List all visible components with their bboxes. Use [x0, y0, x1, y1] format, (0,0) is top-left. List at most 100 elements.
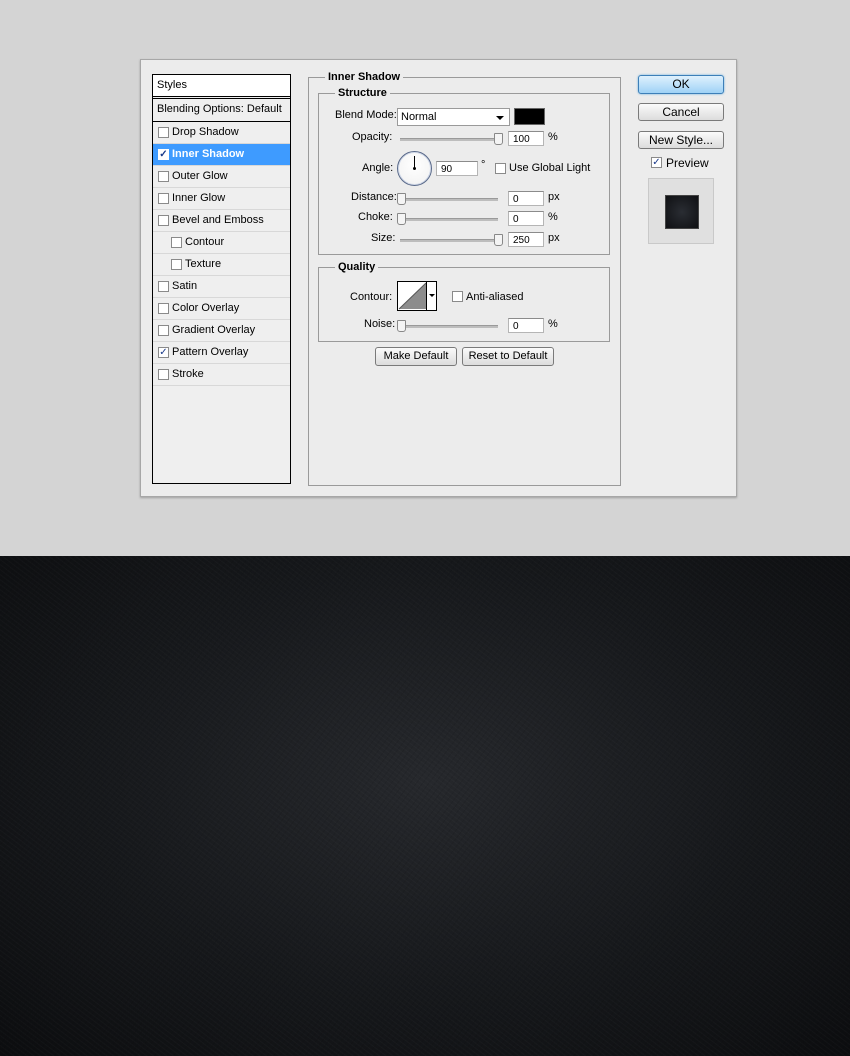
anti-aliased-label: Anti-aliased	[466, 291, 524, 303]
style-item-gradient-overlay[interactable]: Gradient Overlay	[153, 320, 290, 342]
blend-mode-value: Normal	[401, 111, 437, 123]
style-item-satin[interactable]: Satin	[153, 276, 290, 298]
angle-center-dot	[413, 167, 416, 170]
size-label: Size:	[371, 232, 396, 244]
dark-texture-canvas	[0, 556, 850, 1056]
color-overlay-checkbox[interactable]	[158, 303, 169, 314]
style-item-outer-glow[interactable]: Outer Glow	[153, 166, 290, 188]
noise-slider-track[interactable]	[400, 325, 498, 328]
choke-slider-thumb[interactable]	[397, 213, 406, 225]
style-item-texture[interactable]: Texture	[153, 254, 290, 276]
opacity-label: Opacity:	[352, 131, 393, 143]
quality-group: Quality Contour: Anti-aliased Noise: 0 %	[318, 260, 610, 342]
noise-unit: %	[548, 318, 558, 330]
texture-checkbox[interactable]	[171, 259, 182, 270]
stroke-checkbox[interactable]	[158, 369, 169, 380]
distance-slider-thumb[interactable]	[397, 193, 406, 205]
styles-list: Styles Blending Options: Default Drop Sh…	[152, 74, 291, 484]
style-item-label: Inner Glow	[172, 192, 226, 204]
cancel-button[interactable]: Cancel	[638, 103, 724, 121]
noise-label: Noise:	[364, 318, 396, 330]
structure-title: Structure	[335, 86, 390, 100]
distance-label: Distance:	[351, 191, 397, 203]
choke-unit: %	[548, 211, 558, 223]
styles-header[interactable]: Styles	[153, 75, 290, 97]
angle-input[interactable]: 90	[436, 161, 478, 176]
chevron-down-icon	[496, 116, 504, 120]
contour-picker[interactable]	[397, 281, 437, 311]
style-item-label: Outer Glow	[172, 170, 228, 182]
blending-options-item[interactable]: Blending Options: Default	[153, 98, 290, 122]
outer-glow-checkbox[interactable]	[158, 171, 169, 182]
choke-input[interactable]: 0	[508, 211, 544, 226]
blend-mode-label: Blend Mode:	[335, 109, 397, 121]
layer-style-dialog: Styles Blending Options: Default Drop Sh…	[140, 59, 737, 497]
size-input[interactable]: 250	[508, 232, 544, 247]
style-item-label: Color Overlay	[172, 302, 240, 314]
contour-dropdown-arrow[interactable]	[426, 282, 436, 310]
preview-swatch	[665, 195, 699, 229]
size-unit: px	[548, 232, 560, 244]
opacity-input[interactable]: 100	[508, 131, 544, 146]
reset-to-default-button[interactable]: Reset to Default	[462, 347, 554, 366]
size-slider-track[interactable]	[400, 239, 498, 242]
inner-shadow-group: Inner Shadow Structure Blend Mode: Norma…	[308, 70, 621, 486]
texture-grain	[0, 556, 850, 1056]
style-item-bevel-emboss[interactable]: Bevel and Emboss	[153, 210, 290, 232]
drop-shadow-checkbox[interactable]	[158, 127, 169, 138]
inner-glow-checkbox[interactable]	[158, 193, 169, 204]
distance-unit: px	[548, 191, 560, 203]
ok-button[interactable]: OK	[638, 75, 724, 94]
pattern-overlay-checkbox[interactable]: ✓	[158, 347, 169, 358]
size-slider-thumb[interactable]	[494, 234, 503, 246]
opacity-slider-thumb[interactable]	[494, 133, 503, 145]
style-item-label: Pattern Overlay	[172, 346, 249, 358]
style-item-color-overlay[interactable]: Color Overlay	[153, 298, 290, 320]
new-style-button[interactable]: New Style...	[638, 131, 724, 149]
style-item-inner-shadow[interactable]: ✓ Inner Shadow	[153, 144, 290, 166]
contour-label: Contour:	[350, 291, 393, 303]
style-item-label: Satin	[172, 280, 198, 292]
style-item-label: Inner Shadow	[172, 148, 245, 160]
preview-thumbnail	[648, 178, 714, 244]
contour-curve-icon	[398, 282, 427, 310]
style-item-drop-shadow[interactable]: Drop Shadow	[153, 122, 290, 144]
inner-shadow-checkbox[interactable]: ✓	[158, 149, 169, 160]
use-global-light-label: Use Global Light	[509, 162, 591, 174]
style-item-inner-glow[interactable]: Inner Glow	[153, 188, 290, 210]
opacity-slider-track[interactable]	[400, 138, 498, 141]
shadow-color-swatch[interactable]	[514, 108, 545, 125]
satin-checkbox[interactable]	[158, 281, 169, 292]
distance-slider-track[interactable]	[400, 198, 498, 201]
quality-title: Quality	[335, 260, 379, 274]
style-item-label: Drop Shadow	[172, 126, 239, 138]
style-item-contour[interactable]: Contour	[153, 232, 290, 254]
make-default-button[interactable]: Make Default	[375, 347, 457, 366]
preview-checkbox[interactable]: ✓	[651, 157, 662, 168]
distance-input[interactable]: 0	[508, 191, 544, 206]
opacity-unit: %	[548, 131, 558, 143]
style-item-label: Contour	[185, 236, 225, 248]
angle-unit: °	[481, 159, 486, 171]
style-item-stroke[interactable]: Stroke	[153, 364, 290, 386]
preview-label: Preview	[666, 156, 709, 170]
style-item-label: Stroke	[172, 368, 204, 380]
style-item-pattern-overlay[interactable]: ✓ Pattern Overlay	[153, 342, 290, 364]
anti-aliased-checkbox[interactable]	[452, 291, 463, 302]
use-global-light-checkbox[interactable]	[495, 163, 506, 174]
blend-mode-select[interactable]: Normal	[397, 108, 510, 126]
choke-label: Choke:	[358, 211, 393, 223]
contour-checkbox[interactable]	[171, 237, 182, 248]
gradient-overlay-checkbox[interactable]	[158, 325, 169, 336]
blending-options-label: Blending Options: Default	[157, 103, 282, 115]
style-item-label: Texture	[185, 258, 222, 270]
choke-slider-track[interactable]	[400, 218, 498, 221]
bevel-emboss-checkbox[interactable]	[158, 215, 169, 226]
style-item-label: Gradient Overlay	[172, 324, 256, 336]
noise-input[interactable]: 0	[508, 318, 544, 333]
angle-dial[interactable]	[397, 151, 432, 186]
noise-slider-thumb[interactable]	[397, 320, 406, 332]
style-item-label: Bevel and Emboss	[172, 214, 264, 226]
angle-label: Angle:	[362, 162, 394, 174]
inner-shadow-title: Inner Shadow	[325, 70, 404, 84]
